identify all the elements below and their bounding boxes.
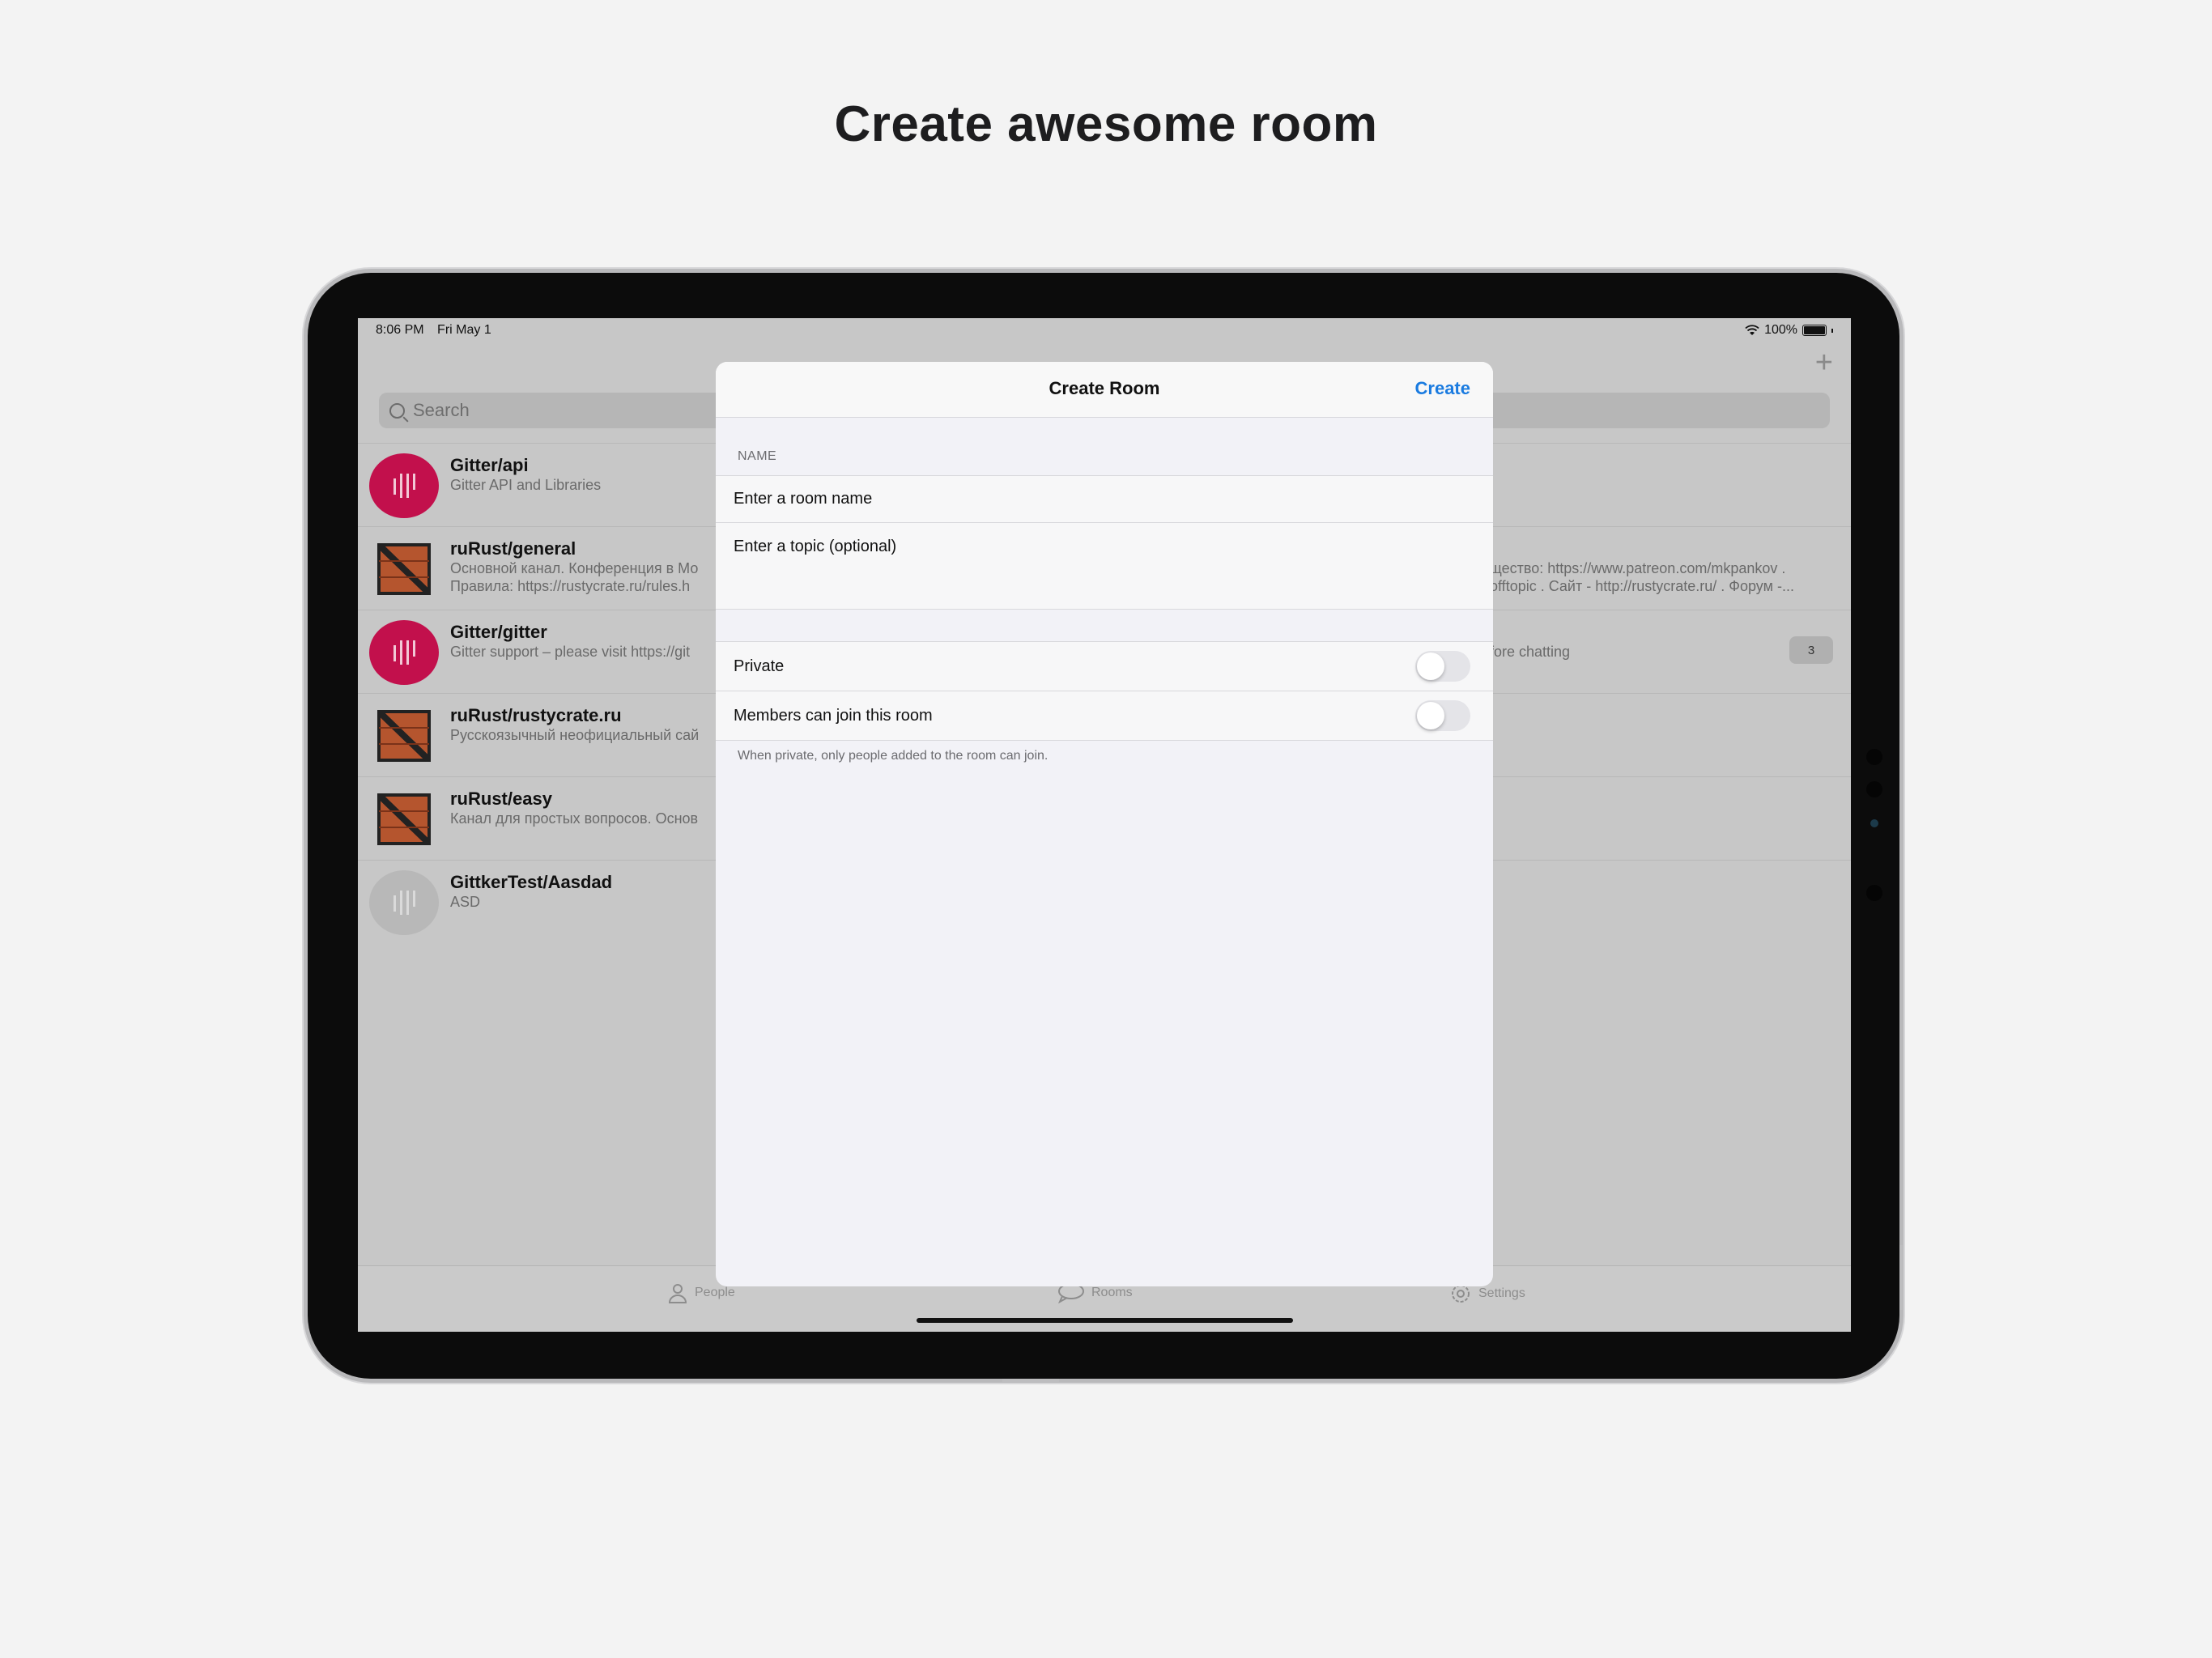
create-room-modal: Create Room Create NAME Enter a room nam… [716, 362, 1493, 1286]
search-icon [389, 402, 405, 419]
room-title: ruRust/general [450, 538, 576, 559]
wifi-icon [1745, 325, 1759, 335]
members-join-toggle[interactable] [1415, 700, 1470, 731]
room-subtitle-continued: fore chatting [1490, 644, 1571, 660]
status-date: Fri May 1 [437, 323, 491, 337]
search-placeholder: Search [413, 400, 470, 420]
camera-lens [1870, 819, 1878, 827]
tab-rooms-label: Rooms [1091, 1286, 1133, 1299]
volume-button [1002, 1379, 1059, 1382]
connector-dot [1866, 885, 1882, 901]
room-subtitle: Канал для простых вопросов. Основ [450, 810, 699, 827]
room-title: Gitter/gitter [450, 622, 547, 642]
room-subtitle: Gitter API and Libraries [450, 477, 602, 493]
gitter-logo-icon [369, 620, 439, 685]
create-button[interactable]: Create [1415, 378, 1470, 399]
modal-title: Create Room [1049, 378, 1160, 398]
crate-logo-icon [369, 787, 439, 852]
status-bar-right: 100% [1745, 323, 1833, 338]
room-name-placeholder: Enter a room name [734, 490, 873, 508]
private-label: Private [734, 657, 785, 675]
status-time: 8:06 PM [376, 323, 424, 337]
room-subtitle: Русскоязычный неофициальный сай [450, 727, 700, 743]
page-headline: Create awesome room [834, 96, 1378, 152]
crate-logo-icon [369, 537, 439, 602]
battery-tip [1831, 328, 1833, 333]
room-title: ruRust/rustycrate.ru [450, 705, 622, 725]
connector-dot [1866, 749, 1882, 765]
home-indicator [917, 1318, 1293, 1323]
room-subtitle: ASD [450, 894, 481, 910]
room-title: GittkerTest/Aasdad [450, 872, 613, 892]
room-title: Gitter/api [450, 455, 529, 475]
battery-icon [1802, 325, 1827, 336]
modal-header: Create Room Create [716, 362, 1493, 418]
members-join-label: Members can join this room [734, 707, 933, 725]
room-title: ruRust/easy [450, 789, 552, 809]
battery-percent: 100% [1764, 323, 1797, 337]
gitter-logo-icon [369, 870, 439, 935]
room-name-field[interactable]: Enter a room name [716, 475, 1493, 522]
room-subtitle: Основной канал. Конференция в Мо Правила… [450, 560, 699, 594]
status-bar-left: 8:06 PM Fri May 1 [376, 323, 501, 338]
person-icon [668, 1284, 687, 1303]
unread-badge: 3 [1789, 636, 1833, 664]
members-join-row: Members can join this room [716, 691, 1493, 741]
add-room-icon[interactable]: + [1815, 347, 1833, 378]
room-subtitle: Gitter support – please visit https://gi… [450, 644, 691, 660]
private-toggle[interactable] [1415, 651, 1470, 682]
topic-placeholder: Enter a topic (optional) [734, 538, 897, 555]
side-button [1899, 1245, 1903, 1310]
tab-settings-label: Settings [1478, 1286, 1525, 1300]
tab-people-label: People [695, 1286, 735, 1299]
gitter-logo-icon [369, 453, 439, 518]
connector-dot [1866, 781, 1882, 797]
topic-field[interactable]: Enter a topic (optional) [716, 522, 1493, 610]
ipad-screen: 8:06 PM Fri May 1 100% + Search Gitter/a… [358, 318, 1851, 1332]
privacy-footnote: When private, only people added to the r… [738, 749, 1049, 763]
crate-logo-icon [369, 704, 439, 768]
name-section-label: NAME [738, 449, 777, 463]
room-subtitle-continued: щество: https://www.patreon.com/mkpankov… [1490, 560, 1794, 594]
private-row: Private [716, 641, 1493, 691]
